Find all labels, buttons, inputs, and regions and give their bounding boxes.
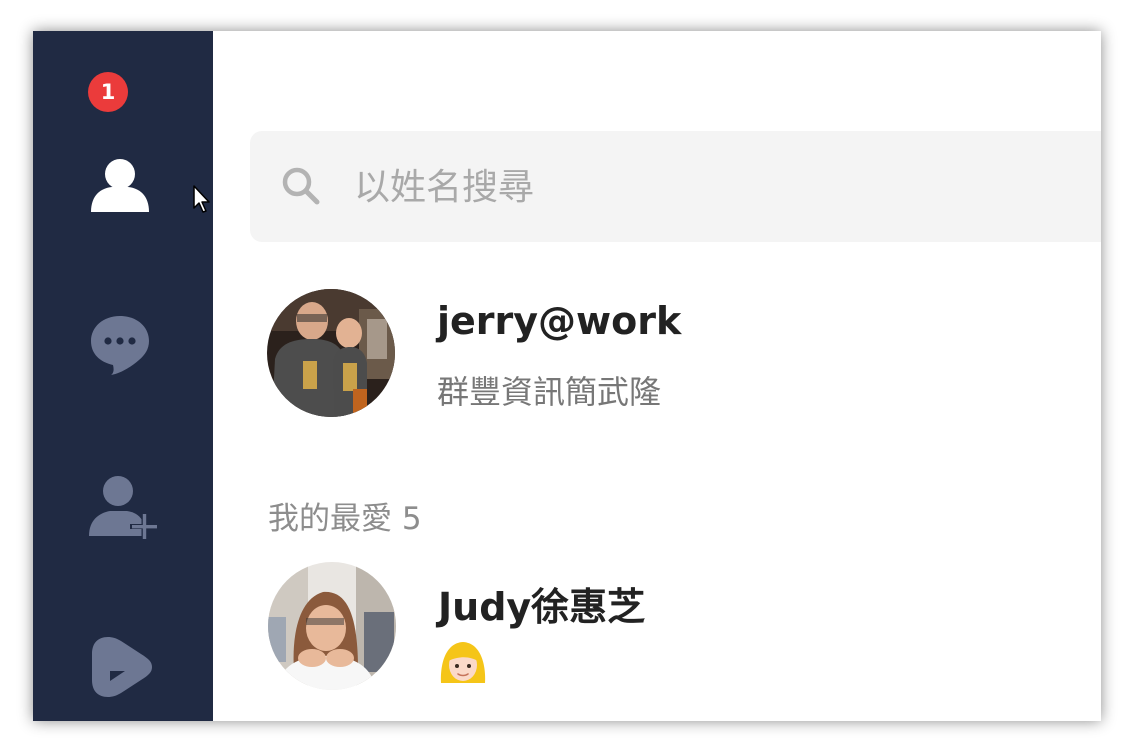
add-person-icon: [89, 476, 158, 540]
sidebar-item-voom[interactable]: [83, 626, 163, 706]
sidebar-item-chats[interactable]: [83, 306, 163, 386]
sidebar-item-friends[interactable]: [83, 141, 163, 221]
friend-avatar[interactable]: [268, 562, 396, 690]
chat-bubble-icon: [91, 316, 149, 375]
search-input[interactable]: [352, 157, 1101, 217]
profile-photo: [267, 289, 395, 417]
mouse-cursor-icon: [193, 185, 210, 213]
my-profile-status: 群豐資訊簡武隆: [437, 373, 662, 411]
blonde-woman-icon: [440, 642, 486, 683]
favorites-section-header[interactable]: 我的最愛 5: [268, 493, 422, 538]
play-icon: [92, 637, 152, 697]
friends-panel: jerry@work 群豐資訊簡武隆 我的最愛 5 Judy徐惠芝: [213, 31, 1101, 721]
friend-photo: [268, 562, 396, 690]
my-profile-avatar[interactable]: [267, 289, 395, 417]
person-icon: [91, 159, 149, 212]
sidebar: 1: [33, 31, 213, 721]
my-profile-name[interactable]: jerry@work: [437, 299, 681, 343]
search-icon: [282, 167, 320, 205]
notification-badge: 1: [88, 72, 128, 112]
friend-status-emoji: [437, 637, 489, 685]
friend-name[interactable]: Judy徐惠芝: [438, 576, 645, 631]
search-bar[interactable]: [250, 131, 1101, 242]
app-window: 1 以姓名搜尋 jerry@work 群豐資訊簡武隆 我的最愛 5 Judy徐惠…: [33, 31, 1101, 721]
sidebar-item-add-friend[interactable]: [83, 466, 163, 546]
